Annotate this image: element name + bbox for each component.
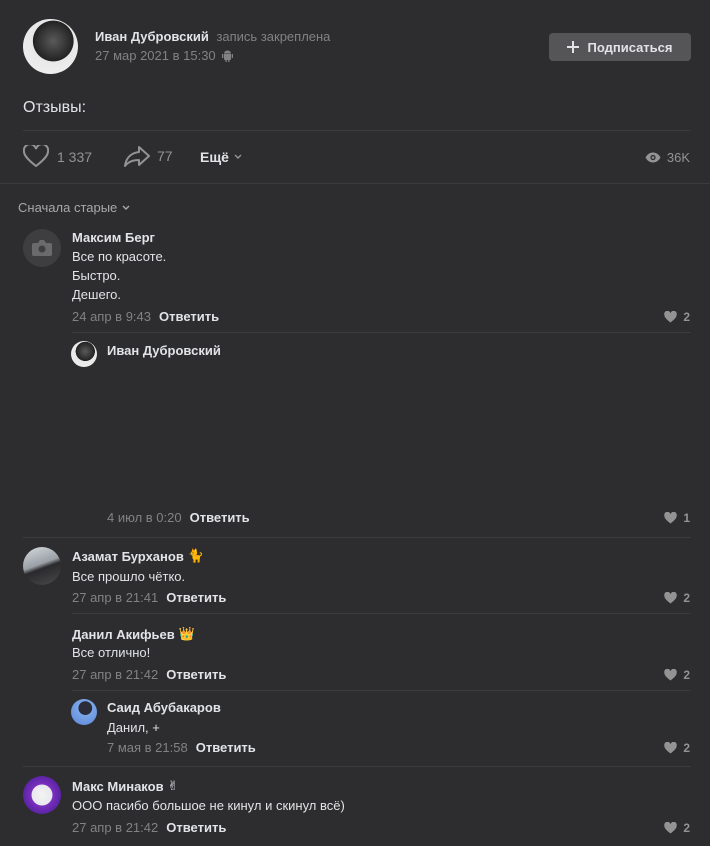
heart-icon: [664, 742, 678, 754]
plus-icon: [567, 41, 580, 53]
like-count: 1 337: [57, 148, 93, 165]
divider: [23, 766, 691, 767]
comment-like-button[interactable]: 2: [664, 310, 690, 324]
subscribe-button[interactable]: Подписаться: [549, 33, 691, 61]
more-label: Ещё: [200, 149, 229, 165]
comment-like-button[interactable]: 2: [664, 591, 690, 605]
comment-meta: 4 июл в 0:20 Ответить: [107, 510, 250, 525]
comment-text-line: Дешего.: [72, 287, 121, 302]
reply-button[interactable]: Ответить: [166, 820, 226, 835]
divider: [0, 183, 710, 184]
emoji-badge: ✌: [167, 778, 179, 793]
comment-author[interactable]: Максим Берг: [72, 230, 155, 245]
comment-like-count: 2: [683, 741, 690, 755]
divider: [72, 613, 691, 614]
android-icon: [221, 50, 233, 62]
heart-icon: [664, 669, 678, 681]
comment-avatar[interactable]: [71, 699, 97, 725]
heart-icon: [664, 822, 678, 834]
post-author-avatar[interactable]: [23, 19, 78, 74]
divider: [23, 130, 691, 131]
comment-author[interactable]: Иван Дубровский: [107, 343, 221, 358]
comment-like-count: 1: [683, 511, 690, 525]
comment-meta: 7 мая в 21:58 Ответить: [107, 740, 256, 755]
pinned-label: запись закреплена: [216, 29, 331, 44]
comment-date[interactable]: 4 июл в 0:20: [107, 510, 182, 525]
comment-meta: 24 апр в 9:43 Ответить: [72, 309, 219, 324]
heart-icon: [664, 311, 678, 323]
comment-text: Все отлично!: [72, 645, 151, 660]
post-header: Иван Дубровский запись закреплена: [95, 29, 330, 44]
comment-like-button[interactable]: 2: [664, 668, 690, 682]
comment-date[interactable]: 7 мая в 21:58: [107, 740, 188, 755]
reply-button[interactable]: Ответить: [166, 590, 226, 605]
comment-meta: 27 апр в 21:42 Ответить: [72, 667, 226, 682]
heart-icon: [664, 592, 678, 604]
comment-meta: 27 апр в 21:42 Ответить: [72, 820, 226, 835]
views: 36K: [645, 150, 690, 165]
divider: [72, 690, 691, 691]
reply-button[interactable]: Ответить: [159, 309, 219, 324]
comment-date[interactable]: 27 апр в 21:42: [72, 667, 158, 682]
comment-avatar[interactable]: [23, 776, 61, 814]
emoji-badge: 👑: [178, 626, 195, 641]
reply-button[interactable]: Ответить: [196, 740, 256, 755]
comment-like-count: 2: [683, 591, 690, 605]
comment-like-button[interactable]: 2: [664, 741, 690, 755]
comment-text: Данил, +: [107, 720, 160, 735]
comment-like-button[interactable]: 1: [664, 511, 690, 525]
sort-label: Сначала старые: [18, 200, 118, 215]
post-text: Отзывы:: [23, 99, 87, 116]
views-count: 36K: [666, 150, 690, 165]
comment-like-button[interactable]: 2: [664, 821, 690, 835]
comment-date[interactable]: 24 апр в 9:43: [72, 309, 151, 324]
share-icon: [124, 146, 150, 167]
comment-author[interactable]: Макс Минаков: [72, 779, 164, 794]
comment-author[interactable]: Данил Акифьев: [72, 627, 175, 642]
reply-button[interactable]: Ответить: [166, 667, 226, 682]
comment-text: ООО пасибо большое не кинул и скинул всё…: [72, 798, 345, 813]
comment-author[interactable]: Азамат Бурханов: [72, 549, 184, 564]
comment-text-line: Быстро.: [72, 268, 121, 283]
divider: [23, 537, 691, 538]
comment-author-row: Макс Минаков ✌: [72, 778, 178, 794]
comments-sort[interactable]: Сначала старые: [18, 200, 130, 215]
eye-icon: [645, 152, 661, 163]
reply-button[interactable]: Ответить: [190, 510, 250, 525]
comment-avatar[interactable]: [23, 547, 61, 585]
comment-author[interactable]: Саид Абубакаров: [107, 700, 221, 715]
post-date[interactable]: 27 мар 2021 в 15:30: [95, 48, 216, 63]
share-count: 77: [157, 148, 173, 164]
post-date-row: 27 мар 2021 в 15:30: [95, 48, 233, 63]
like-button[interactable]: 1 337: [23, 145, 92, 168]
comment-avatar[interactable]: [71, 341, 97, 367]
comment-text-line: Все по красоте.: [72, 249, 167, 264]
comment-text: Все прошло чётко.: [72, 569, 186, 584]
more-button[interactable]: Ещё: [200, 149, 242, 165]
chevron-down-icon: [234, 154, 242, 159]
divider: [72, 332, 691, 333]
emoji-badge: 🐈: [187, 548, 204, 563]
share-button[interactable]: 77: [123, 145, 173, 167]
chevron-down-icon: [122, 205, 130, 210]
heart-icon: [664, 512, 678, 524]
comment-text: Все по красоте. Быстро. Дешего.: [72, 247, 166, 304]
comment-author-row: Азамат Бурханов 🐈: [72, 548, 204, 564]
comment-like-count: 2: [683, 310, 690, 324]
comment-avatar[interactable]: [23, 229, 61, 267]
heart-outline-icon: [23, 145, 49, 168]
comment-author-row: Данил Акифьев 👑: [72, 626, 195, 642]
comment-like-count: 2: [683, 668, 690, 682]
comment-like-count: 2: [683, 821, 690, 835]
post-author-name[interactable]: Иван Дубровский: [95, 29, 209, 44]
subscribe-label: Подписаться: [587, 39, 673, 55]
camera-icon: [32, 240, 52, 256]
comment-date[interactable]: 27 апр в 21:42: [72, 820, 158, 835]
comment-meta: 27 апр в 21:41 Ответить: [72, 590, 226, 605]
comment-date[interactable]: 27 апр в 21:41: [72, 590, 158, 605]
